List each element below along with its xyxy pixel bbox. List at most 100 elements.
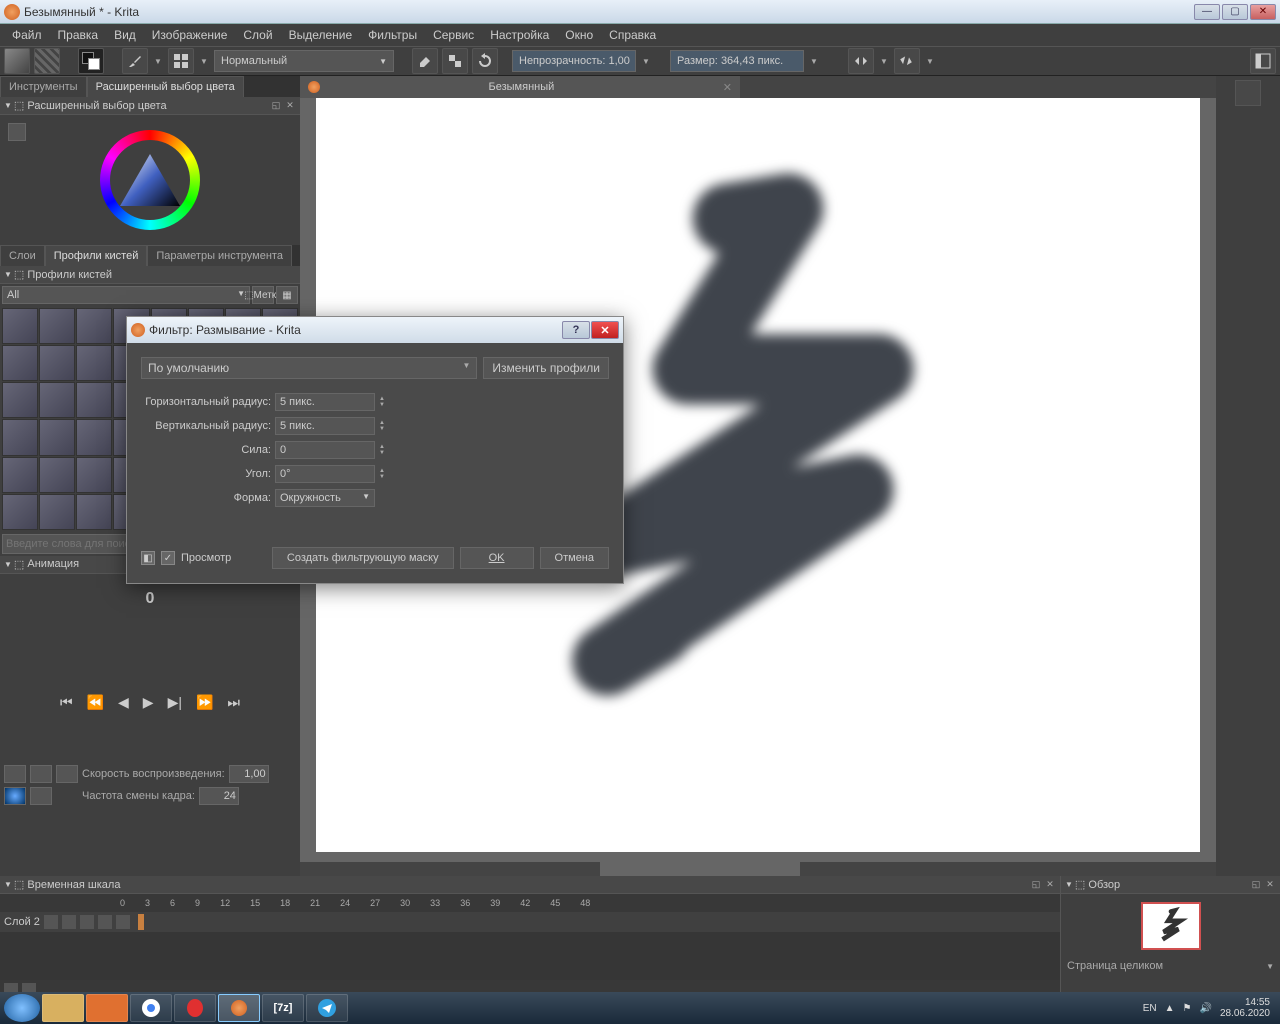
eye-icon[interactable]	[44, 915, 58, 929]
menu-help[interactable]: Справка	[601, 26, 664, 44]
menu-tools[interactable]: Сервис	[425, 26, 482, 44]
mirror-v-dropdown[interactable]: ▼	[924, 57, 936, 66]
maximize-button[interactable]: ▢	[1222, 4, 1248, 20]
next-frame-button[interactable]: ▶|	[168, 694, 182, 711]
clock-time[interactable]: 14:55	[1220, 997, 1270, 1008]
size-field[interactable]: Размер: 364,43 пикс.	[670, 50, 804, 72]
menu-file[interactable]: Файл	[4, 26, 50, 44]
mirror-v-button[interactable]	[894, 48, 920, 74]
timeline-layer-row[interactable]: Слой 2	[0, 912, 1060, 932]
next-keyframe-button[interactable]: ⏩	[196, 694, 213, 711]
angle-input[interactable]: 0°	[275, 465, 375, 483]
close-button[interactable]: ✕	[1250, 4, 1276, 20]
brush-preset[interactable]	[76, 419, 112, 455]
brush-dropdown[interactable]: ▼	[152, 57, 164, 66]
h-radius-input[interactable]: 5 пикс.	[275, 393, 375, 411]
tag-button[interactable]: ⬚ Метка	[252, 286, 274, 304]
workspace-button[interactable]	[1250, 48, 1276, 74]
fps-input[interactable]: 24	[199, 787, 239, 805]
gradient-swatch[interactable]	[4, 48, 30, 74]
menu-layer[interactable]: Слой	[235, 26, 280, 44]
taskbar-chrome[interactable]	[130, 994, 172, 1022]
brush-preset[interactable]	[2, 308, 38, 344]
first-frame-button[interactable]: ⏮	[60, 694, 73, 711]
close-panel-icon[interactable]: ✕	[1044, 879, 1056, 891]
timeline-track[interactable]	[0, 932, 1060, 980]
opacity-dropdown[interactable]: ▼	[640, 57, 652, 66]
taskbar-telegram[interactable]	[306, 994, 348, 1022]
taskbar-explorer[interactable]	[42, 994, 84, 1022]
size-dropdown[interactable]: ▼	[808, 57, 820, 66]
close-tab-icon[interactable]: ✕	[723, 81, 732, 94]
tab-advcolor[interactable]: Расширенный выбор цвета	[87, 76, 244, 97]
color-selector[interactable]	[0, 115, 300, 245]
spinner[interactable]: ▲▼	[379, 396, 393, 408]
tab-toolopts[interactable]: Параметры инструмента	[147, 245, 292, 266]
blend-mode-select[interactable]: Нормальный▼	[214, 50, 394, 72]
menu-edit[interactable]: Правка	[50, 26, 107, 44]
tab-brushes[interactable]: Профили кистей	[45, 245, 148, 266]
tray-action-icon[interactable]: ⚑	[1183, 1003, 1192, 1014]
brush-preset[interactable]	[39, 345, 75, 381]
right-button[interactable]	[1235, 80, 1261, 106]
mirror-h-button[interactable]	[848, 48, 874, 74]
float-icon[interactable]: ◱	[1030, 879, 1042, 891]
h-scrollbar[interactable]	[300, 862, 1216, 876]
chevron-down-icon[interactable]: ▼	[1266, 962, 1274, 971]
tray-volume-icon[interactable]: 🔊	[1199, 1003, 1211, 1014]
spinner[interactable]: ▲▼	[379, 468, 393, 480]
brush-tag-filter[interactable]: All▼	[2, 286, 250, 304]
play-button[interactable]: ▶	[143, 694, 154, 711]
brush-preset-button[interactable]	[122, 48, 148, 74]
create-mask-button[interactable]: Создать фильтрующую маску	[272, 547, 454, 569]
menu-filters[interactable]: Фильтры	[360, 26, 425, 44]
dialog-close-button[interactable]: ✕	[591, 321, 619, 339]
close-panel-icon[interactable]: ✕	[1264, 879, 1276, 891]
alpha-lock-toggle[interactable]	[442, 48, 468, 74]
brush-preset[interactable]	[76, 382, 112, 418]
taskbar-7zip[interactable]: [7z]	[262, 994, 304, 1022]
plus-icon[interactable]	[116, 915, 130, 929]
color-options-icon[interactable]	[8, 123, 26, 141]
document-tab[interactable]: Безымянный ✕	[300, 76, 740, 98]
opacity-field[interactable]: Непрозрачность: 1,00	[512, 50, 636, 72]
opt-icon[interactable]	[56, 765, 78, 783]
onion-icon[interactable]	[4, 787, 26, 805]
taskbar-opera[interactable]	[174, 994, 216, 1022]
lightbulb-icon[interactable]	[62, 915, 76, 929]
opt-icon[interactable]	[30, 787, 52, 805]
prev-keyframe-button[interactable]: ⏪	[87, 694, 104, 711]
preview-checkbox[interactable]: ✓	[161, 551, 175, 565]
opt-icon[interactable]	[30, 765, 52, 783]
fg-bg-swap[interactable]	[78, 48, 104, 74]
brush-preset[interactable]	[39, 308, 75, 344]
close-panel-icon[interactable]: ✕	[284, 100, 296, 112]
lang-indicator[interactable]: EN	[1143, 1003, 1157, 1014]
brush-preset[interactable]	[2, 345, 38, 381]
float-icon[interactable]: ◱	[270, 100, 282, 112]
brush-preset[interactable]	[39, 419, 75, 455]
speed-input[interactable]: 1,00	[229, 765, 269, 783]
prev-frame-button[interactable]: ◀	[118, 694, 129, 711]
clock-date[interactable]: 28.06.2020	[1220, 1008, 1270, 1019]
brush-preset[interactable]	[76, 345, 112, 381]
brush-editor-button[interactable]	[168, 48, 194, 74]
brush-preset[interactable]	[2, 457, 38, 493]
brush-preset[interactable]	[76, 308, 112, 344]
brush-preset[interactable]	[39, 457, 75, 493]
eraser-toggle[interactable]	[412, 48, 438, 74]
strength-input[interactable]: 0	[275, 441, 375, 459]
menu-image[interactable]: Изображение	[144, 26, 236, 44]
taskbar-krita[interactable]	[218, 994, 260, 1022]
brush-preset[interactable]	[39, 382, 75, 418]
shape-select[interactable]: Окружность▼	[275, 489, 375, 507]
brush-preset[interactable]	[76, 494, 112, 530]
overview-thumbnail[interactable]	[1141, 902, 1201, 950]
ok-button[interactable]: OK	[460, 547, 534, 569]
tray-flag-icon[interactable]: ▲	[1165, 1003, 1175, 1014]
brush-preset[interactable]	[76, 457, 112, 493]
pattern-swatch[interactable]	[34, 48, 60, 74]
menu-selection[interactable]: Выделение	[281, 26, 361, 44]
start-button[interactable]	[4, 994, 40, 1022]
mirror-h-dropdown[interactable]: ▼	[878, 57, 890, 66]
